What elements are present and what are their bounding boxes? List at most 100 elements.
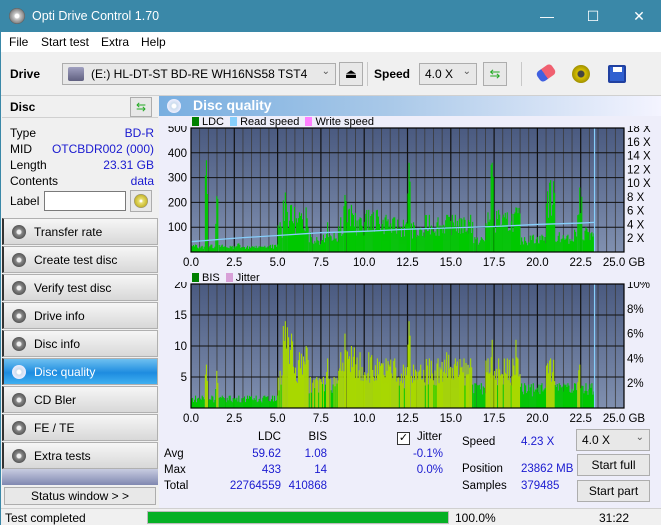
menu-help[interactable]: Help bbox=[141, 35, 166, 49]
position-value: 23862 MB bbox=[521, 463, 574, 475]
data-bar bbox=[440, 369, 442, 408]
data-bar bbox=[579, 187, 581, 252]
data-bar bbox=[497, 385, 499, 408]
refresh-disc-button[interactable]: ⇆ bbox=[130, 97, 152, 117]
data-bar bbox=[208, 247, 210, 252]
data-bar bbox=[584, 230, 586, 252]
data-bar bbox=[235, 246, 237, 252]
nav-drive-info[interactable]: Drive info bbox=[2, 302, 158, 329]
data-bar bbox=[271, 395, 274, 408]
nav-extra-tests[interactable]: Extra tests bbox=[2, 442, 158, 469]
save-button[interactable] bbox=[605, 62, 629, 86]
start-full-button[interactable]: Start full bbox=[577, 454, 650, 476]
data-bar bbox=[196, 402, 198, 408]
menu-extra[interactable]: Extra bbox=[101, 35, 129, 49]
data-bar bbox=[440, 228, 442, 252]
data-bar bbox=[290, 204, 293, 252]
data-bar bbox=[402, 364, 404, 408]
data-bar bbox=[444, 233, 446, 252]
disc-label-input[interactable] bbox=[44, 191, 126, 211]
data-bar bbox=[215, 389, 217, 408]
refresh-speed-button[interactable]: ⇆ bbox=[483, 62, 507, 86]
data-bar bbox=[582, 239, 584, 252]
data-bar bbox=[434, 231, 436, 252]
data-bar bbox=[244, 402, 247, 408]
speed-select[interactable]: 4.0 X ⌄ bbox=[419, 63, 477, 85]
data-bar bbox=[261, 402, 263, 408]
settings-button[interactable] bbox=[569, 62, 593, 86]
data-bar bbox=[239, 244, 241, 252]
data-bar bbox=[464, 219, 466, 252]
data-bar bbox=[553, 359, 555, 408]
data-bar bbox=[569, 238, 571, 252]
maximize-button[interactable]: ☐ bbox=[570, 1, 616, 32]
data-bar bbox=[210, 244, 212, 252]
data-bar bbox=[265, 397, 267, 408]
disc-label-button[interactable] bbox=[130, 190, 152, 212]
data-bar bbox=[352, 215, 354, 252]
nav-transfer-rate[interactable]: Transfer rate bbox=[2, 218, 158, 245]
data-bar bbox=[592, 236, 594, 252]
data-bar bbox=[489, 219, 491, 252]
data-bar bbox=[284, 321, 286, 408]
data-bar bbox=[289, 205, 292, 252]
data-bar bbox=[209, 246, 211, 252]
test-speed-value: 4.0 X bbox=[582, 433, 611, 447]
data-bar bbox=[398, 227, 400, 252]
data-bar bbox=[564, 239, 566, 252]
nav-fe-te[interactable]: FE / TE bbox=[2, 414, 158, 441]
data-bar bbox=[413, 380, 416, 408]
data-bar bbox=[383, 374, 385, 408]
close-button[interactable]: ✕ bbox=[616, 1, 661, 32]
data-bar bbox=[589, 240, 591, 252]
data-bar bbox=[280, 384, 282, 408]
nav-disc-info[interactable]: Disc info bbox=[2, 330, 158, 357]
eject-button[interactable]: ⏏ bbox=[339, 62, 363, 86]
data-bar bbox=[368, 352, 370, 408]
data-bar bbox=[532, 234, 534, 252]
data-bar bbox=[586, 228, 588, 252]
data-bar bbox=[421, 379, 423, 408]
data-bar bbox=[568, 243, 570, 252]
nav-disc-quality[interactable]: Disc quality bbox=[2, 358, 158, 385]
nav-cd-bler[interactable]: CD Bler bbox=[2, 386, 158, 413]
status-window-button[interactable]: Status window > > bbox=[4, 487, 156, 505]
data-bar bbox=[586, 391, 588, 408]
data-bar bbox=[414, 229, 417, 252]
data-bar bbox=[338, 226, 340, 252]
data-bar bbox=[377, 374, 379, 408]
data-bar bbox=[398, 385, 400, 408]
status-text: Test completed bbox=[5, 511, 86, 525]
jitter-checkbox[interactable]: ✓ bbox=[397, 432, 410, 445]
data-bar bbox=[399, 226, 401, 252]
data-bar bbox=[554, 241, 556, 252]
x-tick: 2.5 bbox=[226, 257, 242, 269]
nav-verify-test-disc[interactable]: Verify test disc bbox=[2, 274, 158, 301]
data-bar bbox=[480, 237, 482, 252]
erase-button[interactable] bbox=[534, 62, 558, 86]
data-bar bbox=[543, 240, 545, 252]
data-bar bbox=[583, 240, 585, 252]
data-bar bbox=[403, 388, 405, 408]
data-bar bbox=[355, 235, 357, 252]
data-bar bbox=[383, 234, 385, 252]
data-bar bbox=[212, 396, 214, 408]
minimize-button[interactable]: — bbox=[524, 1, 570, 32]
menu-start-test[interactable]: Start test bbox=[41, 35, 89, 49]
drive-select[interactable]: (E:) HL-DT-ST BD-RE WH16NS58 TST4 ⌄ bbox=[62, 63, 336, 85]
data-bar bbox=[581, 196, 583, 252]
menu-file[interactable]: File bbox=[9, 35, 28, 49]
data-bar bbox=[582, 385, 584, 408]
data-bar bbox=[197, 247, 199, 252]
test-speed-select[interactable]: 4.0 X ⌄ bbox=[576, 429, 650, 451]
y-tick-left: 100 bbox=[168, 222, 187, 234]
start-part-button[interactable]: Start part bbox=[577, 480, 650, 502]
data-bar bbox=[578, 370, 580, 408]
cd-bler-icon bbox=[12, 393, 26, 407]
data-bar bbox=[449, 368, 451, 408]
data-bar bbox=[227, 247, 229, 252]
data-bar bbox=[428, 214, 430, 252]
nav-create-test-disc[interactable]: Create test disc bbox=[2, 246, 158, 273]
data-bar bbox=[574, 383, 576, 408]
data-bar bbox=[451, 214, 453, 252]
